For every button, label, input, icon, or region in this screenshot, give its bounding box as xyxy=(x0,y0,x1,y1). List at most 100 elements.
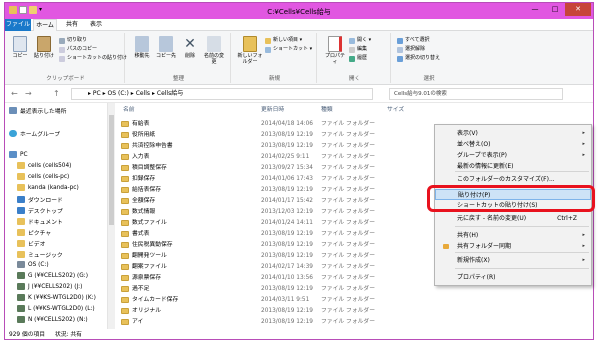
nav-item-drive-j[interactable]: J (¥¥CELLS202) (J:) xyxy=(17,283,82,290)
file-name: 有給表 xyxy=(132,121,150,127)
column-header-type[interactable]: 種類 xyxy=(321,105,333,115)
file-date: 2014/02/17 14:39 xyxy=(261,264,313,270)
file-type: ファイル フォルダー xyxy=(321,264,376,270)
copy-icon xyxy=(13,36,27,52)
nav-item-documents[interactable]: ドキュメント xyxy=(17,217,63,226)
shortcut-key: Ctrl+Z xyxy=(557,215,577,222)
folder-icon xyxy=(121,198,129,204)
file-type: ファイル フォルダー xyxy=(321,198,376,204)
close-button[interactable]: ✕ xyxy=(565,3,591,16)
nav-item-drive-l[interactable]: L (¥¥KS-WTGL2D0) (L:) xyxy=(17,305,95,312)
tab-view[interactable]: 表示 xyxy=(85,19,107,31)
nav-item-os-c[interactable]: OS (C:) xyxy=(17,261,49,268)
menu-item-sort-by[interactable]: 並べ替え(O) ▸ xyxy=(435,139,591,150)
clipboard-group: コピー 貼り付け 切り取り パスのコピー ショートカットの貼り付け クリップボー… xyxy=(7,33,127,83)
file-name: 給括表保存 xyxy=(132,187,161,193)
invert-selection-icon xyxy=(397,55,403,62)
edit-button[interactable]: 編集 xyxy=(349,46,367,53)
maximize-button[interactable]: □ xyxy=(545,3,565,16)
address-bar[interactable]: ▸ PC ▸ OS (C:) ▸ Cells ▸ Cells給与 xyxy=(71,88,373,100)
menu-item-refresh[interactable]: 最新の情報に更新(E) xyxy=(435,161,591,172)
nav-item-drive-g[interactable]: G (¥¥CELLS202) (G:) xyxy=(17,272,88,279)
paste-shortcut-button[interactable]: ショートカットの貼り付け xyxy=(59,55,127,62)
nav-item-kanda-pc[interactable]: kanda (kanda-pc) xyxy=(17,184,79,191)
history-button[interactable]: 履歴 xyxy=(349,55,367,62)
file-type: ファイル フォルダー xyxy=(321,187,376,193)
menu-item-shared-folder-sync[interactable]: 共有フォルダー同期 ▸ xyxy=(435,241,591,252)
column-header-date[interactable]: 更新日時 xyxy=(261,105,284,115)
copy-button[interactable]: コピー xyxy=(9,36,31,59)
menu-item-undo-rename[interactable]: 元に戻す - 名前の変更(U) Ctrl+Z xyxy=(435,213,591,224)
rename-button[interactable]: 名前の変更 xyxy=(203,36,225,65)
item-count: 929 個の項目 xyxy=(9,332,46,338)
delete-button[interactable]: ✕ 削除 xyxy=(179,36,201,59)
nav-item-drive-n[interactable]: N (¥¥CELLS202) (N:) xyxy=(17,316,88,323)
properties-button[interactable]: プロパティ xyxy=(323,36,347,65)
paste-button[interactable]: 貼り付け xyxy=(33,36,55,59)
folder-icon xyxy=(121,220,129,226)
nav-item-label: cells (cells-pc) xyxy=(28,173,70,180)
file-name-cell: 過不足 xyxy=(121,284,149,294)
submenu-arrow-icon: ▸ xyxy=(582,257,585,263)
cut-button[interactable]: 切り取り xyxy=(59,37,87,44)
nav-item-downloads[interactable]: ダウンロード xyxy=(17,195,63,204)
folder-icon xyxy=(121,275,129,281)
cut-label: 切り取り xyxy=(67,37,88,43)
search-input[interactable]: Cells給与9.01の検索 xyxy=(389,88,563,100)
table-row[interactable]: タイムカード保存 2014/03/11 9:51 ファイル フォルダー xyxy=(115,295,575,305)
tab-home[interactable]: ホーム xyxy=(33,19,57,31)
file-name: 翻開発ツール xyxy=(132,253,167,259)
file-name: 入力表 xyxy=(132,154,150,160)
file-type: ファイル フォルダー xyxy=(321,132,376,138)
menu-item-label: 新規作成(X) xyxy=(457,257,490,264)
nav-item-drive-k[interactable]: K (¥¥KS-WTGL2D0) (K:) xyxy=(17,294,96,301)
new-item-button[interactable]: 新しい項目 ▾ xyxy=(265,37,302,44)
menu-item-label: 表示(V) xyxy=(457,130,478,137)
tab-share[interactable]: 共有 xyxy=(61,19,83,31)
title-bar[interactable]: ▾ C:¥Cells¥Cells給与 — □ ✕ xyxy=(5,3,593,19)
column-header-size[interactable]: サイズ xyxy=(387,105,404,115)
select-all-button[interactable]: すべて選択 xyxy=(397,37,429,44)
nav-item-pictures[interactable]: ピクチャ xyxy=(17,228,51,237)
nav-item-desktop[interactable]: デスクトップ xyxy=(17,206,63,215)
column-header-name[interactable]: 名前 xyxy=(123,105,135,115)
menu-item-properties[interactable]: プロパティ(R) xyxy=(435,272,591,283)
address-path: ▸ PC ▸ OS (C:) ▸ Cells ▸ Cells給与 xyxy=(88,90,184,97)
select-none-button[interactable]: 選択解除 xyxy=(397,46,425,53)
navigation-scrollbar[interactable] xyxy=(107,103,115,329)
new-folder-button[interactable]: 新しいフォルダー xyxy=(237,36,263,65)
menu-item-group-by[interactable]: グループで表示(P) ▸ xyxy=(435,150,591,161)
forward-button[interactable]: → xyxy=(25,89,32,99)
nav-item-cells504[interactable]: cells (cells504) xyxy=(17,162,71,169)
shortcut-button[interactable]: ショートカット ▾ xyxy=(265,46,312,53)
nav-item-videos[interactable]: ビデオ xyxy=(17,239,45,248)
copy-path-button[interactable]: パスのコピー xyxy=(59,46,97,53)
open-button[interactable]: 開く ▾ xyxy=(349,37,371,44)
window-title: C:¥Cells¥Cells給与 xyxy=(267,8,331,16)
nav-item-cells-pc[interactable]: cells (cells-pc) xyxy=(17,173,69,180)
nav-item-recent[interactable]: 最近表示した場所 xyxy=(9,106,66,115)
up-button[interactable]: ↑ xyxy=(53,89,60,99)
file-type: ファイル フォルダー xyxy=(321,154,376,160)
folder-icon xyxy=(121,297,129,303)
file-date: 2013/08/19 12:19 xyxy=(261,319,313,325)
invert-selection-button[interactable]: 選択の切り替え xyxy=(397,55,440,62)
tab-file[interactable]: ファイル xyxy=(5,19,31,31)
file-type: ファイル フォルダー xyxy=(321,319,376,325)
table-row[interactable]: アイ 2013/08/19 12:19 ファイル フォルダー xyxy=(115,317,575,327)
back-button[interactable]: ← xyxy=(11,89,18,99)
navigation-pane: 最近表示した場所 ホームグループ PC cells (cells504) cel… xyxy=(5,103,107,329)
table-row[interactable]: オリジナル 2013/08/19 12:19 ファイル フォルダー xyxy=(115,306,575,316)
nav-item-homegroup[interactable]: ホームグループ xyxy=(9,129,60,138)
copy-to-button[interactable]: コピー先 xyxy=(155,36,177,59)
menu-item-customize-folder[interactable]: このフォルダーのカスタマイズ(F)... xyxy=(435,174,591,185)
move-to-button[interactable]: 移動先 xyxy=(131,36,153,59)
menu-separator xyxy=(455,268,589,269)
nav-item-music[interactable]: ミュージック xyxy=(17,250,63,259)
nav-item-pc[interactable]: PC xyxy=(9,151,28,158)
menu-item-new[interactable]: 新規作成(X) ▸ xyxy=(435,255,591,266)
menu-item-view[interactable]: 表示(V) ▸ xyxy=(435,128,591,139)
minimize-button[interactable]: — xyxy=(525,3,545,16)
scrollbar-thumb[interactable] xyxy=(109,115,114,225)
menu-item-share-with[interactable]: 共有(H) ▸ xyxy=(435,230,591,241)
